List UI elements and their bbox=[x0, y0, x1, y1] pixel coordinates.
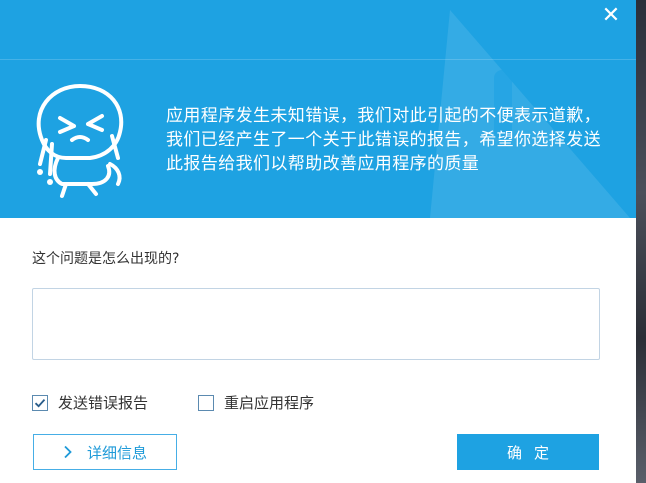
restart-app-option[interactable]: 重启应用程序 bbox=[198, 392, 314, 413]
close-button[interactable]: ✕ bbox=[596, 2, 626, 30]
background-desktop-strip bbox=[636, 0, 646, 483]
problem-description-input[interactable] bbox=[32, 288, 600, 360]
error-message: 应用程序发生未知错误，我们对此引起的不便表示道歉，我们已经产生了一个关于此错误的… bbox=[166, 106, 601, 174]
crying-mascot-icon bbox=[36, 84, 124, 198]
restart-app-label: 重启应用程序 bbox=[224, 394, 315, 412]
send-report-checkbox[interactable] bbox=[32, 394, 48, 411]
checkmark-icon bbox=[34, 398, 46, 407]
restart-app-checkbox[interactable] bbox=[198, 394, 214, 411]
details-button[interactable]: 详细信息 bbox=[33, 434, 177, 470]
question-label: 这个问题是怎么出现的? bbox=[32, 251, 180, 267]
send-report-label: 发送错误报告 bbox=[58, 394, 149, 412]
dialog-header: ✕ 应用程序发生未知错误，我们对此引起的不便表示道歉，我们已经产生了一个关于此错… bbox=[0, 0, 636, 218]
send-report-option[interactable]: 发送错误报告 bbox=[32, 392, 148, 413]
ok-button[interactable]: 确定 bbox=[457, 434, 599, 470]
error-report-dialog: ✕ 应用程序发生未知错误，我们对此引起的不便表示道歉，我们已经产生了一个关于此错… bbox=[0, 0, 636, 483]
chevron-right-icon bbox=[64, 445, 72, 459]
details-button-label: 详细信息 bbox=[86, 443, 147, 462]
